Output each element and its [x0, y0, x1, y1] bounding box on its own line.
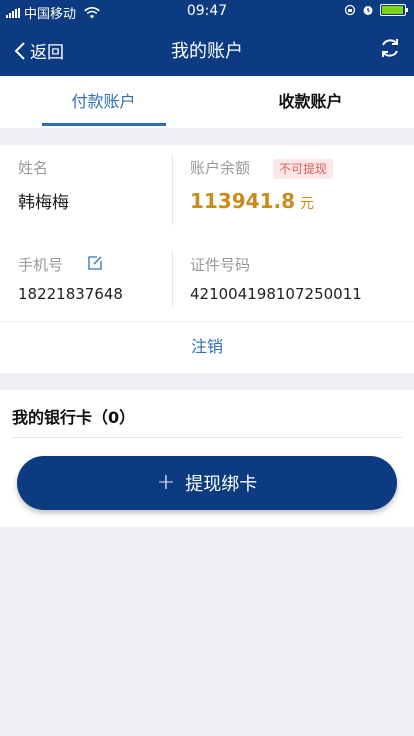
column-divider	[172, 155, 173, 225]
balance-display: 113941.8 元	[190, 189, 314, 213]
balance-amount: 113941.8	[190, 189, 296, 213]
tab-payment-account[interactable]: 付款账户	[0, 76, 207, 128]
status-right	[344, 4, 408, 16]
account-info-card: 姓名 韩梅梅 账户余额 不可提现 113941.8 元 手机号 18221837…	[0, 145, 414, 373]
active-tab-indicator	[42, 123, 166, 126]
balance-label: 账户余额	[190, 159, 251, 177]
bind-card-button[interactable]: + 提现绑卡	[17, 456, 397, 510]
column-divider	[172, 250, 173, 308]
phone-label: 手机号	[18, 256, 64, 274]
cancel-account-button[interactable]: 注销	[0, 322, 414, 372]
bank-card-section: 我的银行卡（0） + 提现绑卡	[0, 390, 414, 527]
nav-bar: 返回 我的账户	[0, 22, 414, 76]
bind-card-label: 提现绑卡	[185, 474, 258, 495]
id-number-label: 证件号码	[190, 256, 251, 274]
not-withdrawable-badge: 不可提现	[273, 159, 334, 179]
battery-icon	[380, 4, 408, 16]
rotation-lock-icon	[344, 4, 356, 16]
id-number-value: 421004198107250011	[190, 285, 362, 303]
bank-card-title: 我的银行卡（0）	[12, 408, 136, 427]
section-divider	[12, 437, 403, 438]
page-title: 我的账户	[171, 41, 243, 62]
edit-icon[interactable]	[87, 255, 103, 271]
phone-value: 18221837648	[18, 285, 123, 303]
plus-icon: +	[156, 470, 176, 495]
name-label: 姓名	[18, 159, 49, 177]
name-value: 韩梅梅	[18, 193, 69, 213]
status-bar: 中国移动 09:47	[0, 0, 414, 22]
account-tabs: 付款账户 收款账户	[0, 76, 414, 128]
tab-receiving-account[interactable]: 收款账户	[207, 76, 414, 128]
alarm-icon	[363, 6, 373, 15]
refresh-icon[interactable]	[378, 36, 402, 60]
balance-unit: 元	[300, 196, 315, 212]
